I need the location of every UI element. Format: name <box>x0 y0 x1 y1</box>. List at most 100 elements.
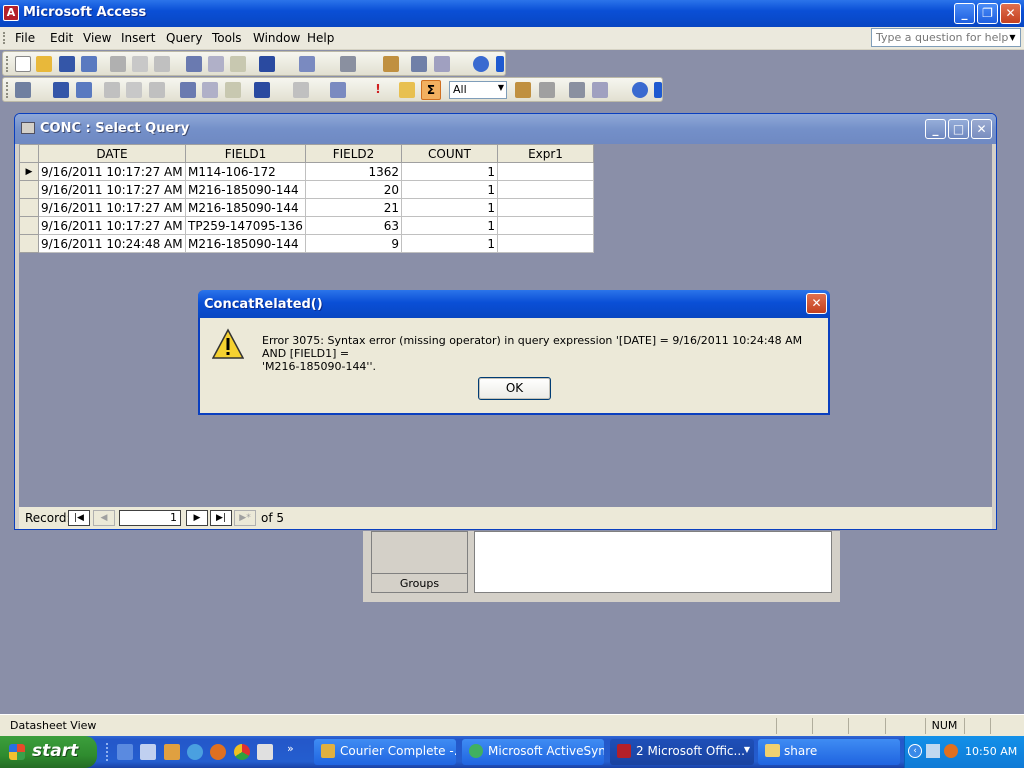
cell-date[interactable]: 9/16/2011 10:17:27 AM <box>38 198 186 217</box>
cell-expr1[interactable] <box>497 216 594 235</box>
cell-count[interactable]: 1 <box>401 180 498 199</box>
show-table-icon[interactable] <box>399 82 415 98</box>
start-button[interactable]: start <box>0 736 97 768</box>
prev-record-icon[interactable]: ◀ <box>93 510 115 526</box>
ie-icon[interactable] <box>187 744 203 760</box>
menu-file[interactable]: File <box>15 31 35 45</box>
cell-date[interactable]: 9/16/2011 10:17:27 AM <box>38 216 186 235</box>
undo-icon[interactable] <box>259 56 275 72</box>
menu-tools[interactable]: Tools <box>212 31 242 45</box>
cell-field2[interactable]: 9 <box>305 234 402 253</box>
toolbar-grip[interactable] <box>6 82 9 98</box>
chrome-icon[interactable] <box>234 744 250 760</box>
menu-help[interactable]: Help <box>307 31 334 45</box>
menu-view[interactable]: View <box>83 31 111 45</box>
open-folder-icon[interactable] <box>36 56 52 72</box>
cut-icon[interactable] <box>186 56 202 72</box>
new-object-icon[interactable] <box>592 82 608 98</box>
record-number-input[interactable]: 1 <box>119 510 181 526</box>
cell-expr1[interactable] <box>497 198 594 217</box>
spelling-icon[interactable] <box>154 56 170 72</box>
save-icon[interactable] <box>53 82 69 98</box>
chevron-down-icon[interactable]: ▼ <box>498 83 504 92</box>
paste-icon[interactable] <box>230 56 246 72</box>
quicklaunch-grip[interactable] <box>106 743 109 761</box>
help-icon[interactable] <box>632 82 648 98</box>
cell-field1[interactable]: M216-185090-144 <box>185 234 306 253</box>
cell-field1[interactable]: M216-185090-144 <box>185 198 306 217</box>
first-record-icon[interactable]: |◀ <box>68 510 90 526</box>
table-row[interactable]: 9/16/2011 10:17:27 AM M216-185090-144 20… <box>19 180 594 199</box>
tray-app-icon[interactable] <box>944 744 958 758</box>
select-all-corner[interactable] <box>19 144 39 163</box>
print-preview-icon[interactable] <box>126 82 142 98</box>
menu-grip[interactable] <box>3 32 6 44</box>
table-row[interactable]: 9/16/2011 10:17:27 AM TP259-147095-136 6… <box>19 216 594 235</box>
query-close-button[interactable]: ✕ <box>971 119 992 139</box>
column-header-field2[interactable]: FIELD2 <box>305 144 402 163</box>
toolbar-options-icon[interactable] <box>654 82 662 98</box>
query-minimize-button[interactable]: _ <box>925 119 946 139</box>
cell-field2[interactable]: 20 <box>305 180 402 199</box>
cell-count[interactable]: 1 <box>401 234 498 253</box>
restore-button[interactable]: ❐ <box>977 3 998 24</box>
new-icon[interactable] <box>15 56 31 72</box>
access-app-icon[interactable]: A <box>3 5 19 21</box>
office-links-icon[interactable] <box>340 56 356 72</box>
print-icon[interactable] <box>110 56 126 72</box>
app-icon[interactable] <box>164 744 180 760</box>
toolbar-grip[interactable] <box>6 56 9 72</box>
view-icon[interactable] <box>15 82 31 98</box>
redo-icon[interactable] <box>293 82 309 98</box>
cell-expr1[interactable] <box>497 180 594 199</box>
next-record-icon[interactable]: ▶ <box>186 510 208 526</box>
help-question-box[interactable]: Type a question for help ▼ <box>871 28 1021 47</box>
build-icon[interactable] <box>539 82 555 98</box>
print-preview-icon[interactable] <box>132 56 148 72</box>
cell-field2[interactable]: 21 <box>305 198 402 217</box>
menu-window[interactable]: Window <box>253 31 300 45</box>
clock[interactable]: 10:50 AM <box>965 745 1017 758</box>
print-icon[interactable] <box>104 82 120 98</box>
task-share[interactable]: share <box>758 739 900 765</box>
last-record-icon[interactable]: ▶| <box>210 510 232 526</box>
relationships-icon[interactable] <box>411 56 427 72</box>
cell-count[interactable]: 1 <box>401 162 498 181</box>
row-selector[interactable] <box>19 216 39 235</box>
new-record-icon[interactable]: ▶* <box>234 510 256 526</box>
paste-icon[interactable] <box>225 82 241 98</box>
firefox-icon[interactable] <box>210 744 226 760</box>
menu-insert[interactable]: Insert <box>121 31 155 45</box>
app-title-bar[interactable]: A Microsoft Access _ ❐ ✕ <box>0 0 1024 27</box>
table-row[interactable]: 9/16/2011 10:17:27 AM M216-185090-144 21… <box>19 198 594 217</box>
objects-list[interactable] <box>474 531 832 593</box>
cell-count[interactable]: 1 <box>401 198 498 217</box>
row-selector[interactable] <box>19 180 39 199</box>
spelling-icon[interactable] <box>149 82 165 98</box>
cell-expr1[interactable] <box>497 234 594 253</box>
row-selector[interactable] <box>19 234 39 253</box>
column-header-count[interactable]: COUNT <box>401 144 498 163</box>
cell-field1[interactable]: M114-106-172 <box>185 162 306 181</box>
desktop-icon[interactable] <box>117 744 133 760</box>
analyze-icon[interactable] <box>299 56 315 72</box>
close-button[interactable]: ✕ <box>1000 3 1021 24</box>
minimize-button[interactable]: _ <box>954 3 975 24</box>
cell-field2[interactable]: 1362 <box>305 162 402 181</box>
properties-icon[interactable] <box>515 82 531 98</box>
menu-query[interactable]: Query <box>166 31 202 45</box>
network-icon[interactable] <box>926 744 940 758</box>
undo-icon[interactable] <box>254 82 270 98</box>
table-row[interactable]: ▶ 9/16/2011 10:17:27 AM M114-106-172 136… <box>19 162 594 181</box>
table-row[interactable]: 9/16/2011 10:24:48 AM M216-185090-144 9 … <box>19 234 594 253</box>
cell-count[interactable]: 1 <box>401 216 498 235</box>
dialog-title-bar[interactable]: ConcatRelated() ✕ <box>198 290 830 318</box>
ok-button[interactable]: OK <box>478 377 551 400</box>
chevron-left-icon[interactable]: ‹ <box>908 744 922 758</box>
query-window-title-bar[interactable]: CONC : Select Query _ □ ✕ <box>15 114 996 144</box>
cut-icon[interactable] <box>180 82 196 98</box>
cell-date[interactable]: 9/16/2011 10:24:48 AM <box>38 234 186 253</box>
task-office[interactable]: 2 Microsoft Offic... ▼ <box>610 739 754 765</box>
save-icon[interactable] <box>59 56 75 72</box>
cell-expr1[interactable] <box>497 162 594 181</box>
